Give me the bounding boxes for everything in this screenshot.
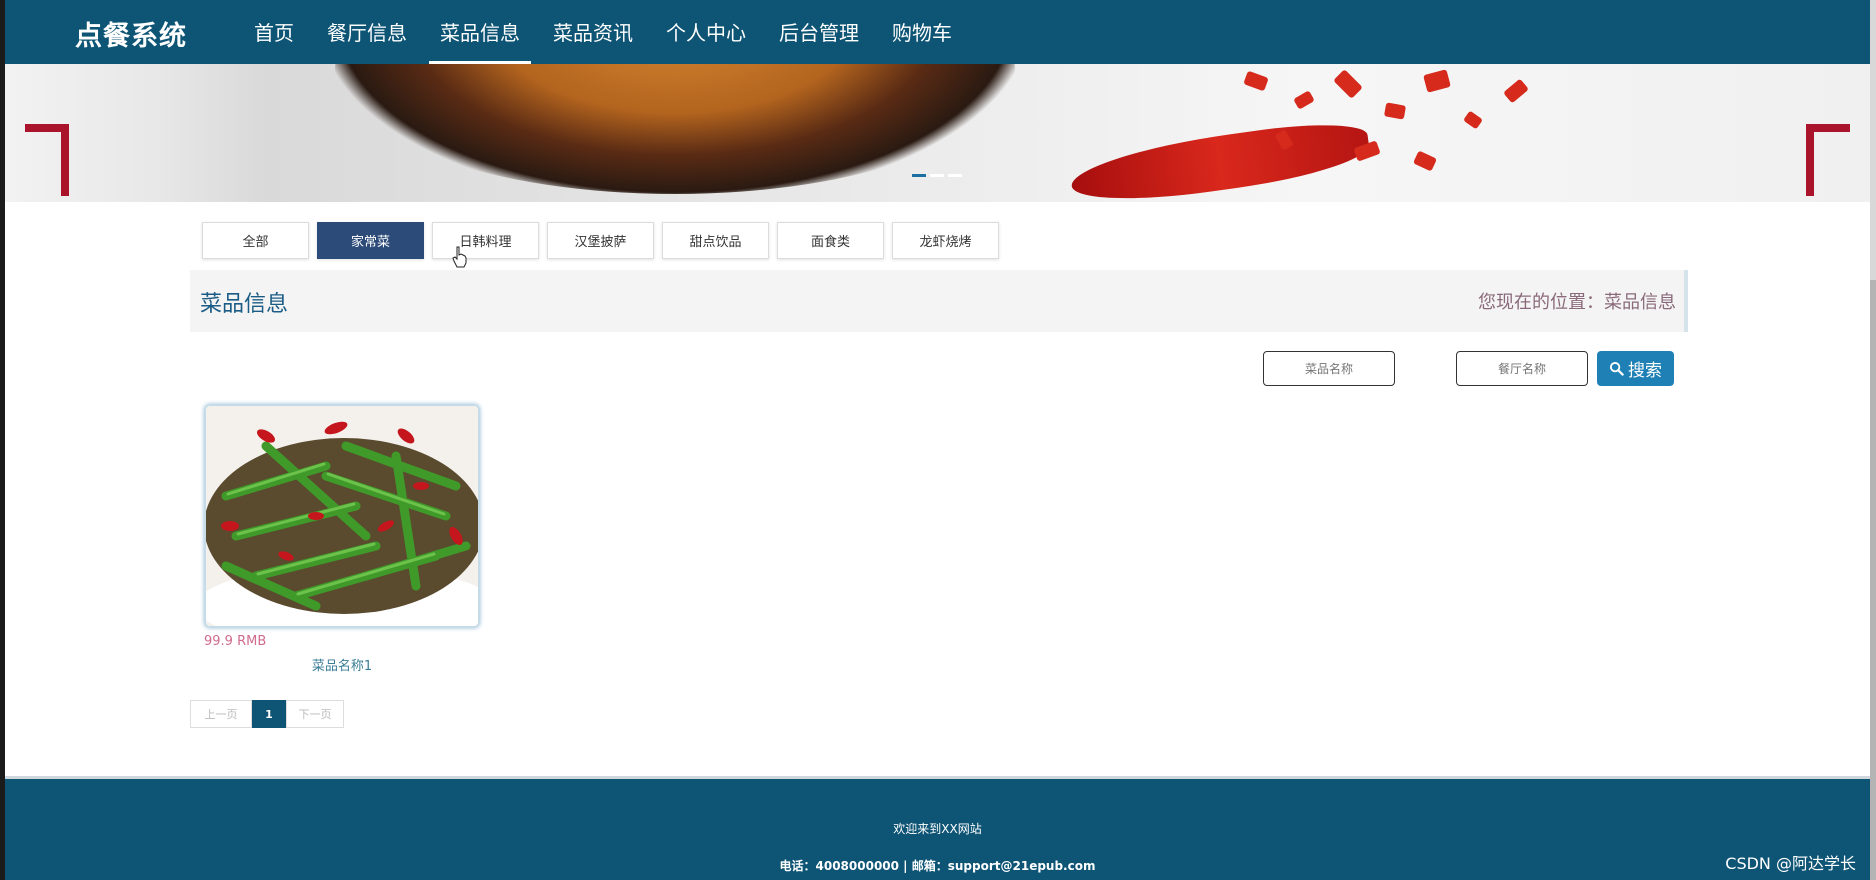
search-button[interactable]: 搜索	[1597, 351, 1674, 386]
main-nav: 首页 餐厅信息 菜品信息 菜品资讯 个人中心 后台管理 购物车	[243, 0, 974, 64]
nav-item-home[interactable]: 首页	[243, 0, 305, 64]
next-page-button[interactable]: 下一页	[286, 700, 344, 728]
category-desserts-drinks[interactable]: 甜点饮品	[662, 222, 769, 259]
banner-decoration	[1293, 90, 1315, 110]
carousel-dot[interactable]	[948, 174, 962, 177]
banner-decoration	[1423, 69, 1451, 93]
nav-item-cart[interactable]: 购物车	[881, 0, 963, 64]
green-beans-photo	[206, 406, 478, 626]
nav-item-admin[interactable]: 后台管理	[768, 0, 870, 64]
site-logo[interactable]: 点餐系统	[75, 14, 187, 53]
footer: 欢迎来到XX网站 电话：4008000000 | 邮箱：support@21ep…	[5, 776, 1870, 880]
dish-image[interactable]	[204, 404, 480, 628]
nav-item-dish-news[interactable]: 菜品资讯	[542, 0, 644, 64]
category-japanese-korean[interactable]: 日韩料理	[432, 222, 539, 259]
hand-cursor-icon	[452, 246, 467, 268]
banner-corner-ornament	[1806, 124, 1850, 196]
dish-card[interactable]: 99.9 RMB 菜品名称1	[204, 404, 480, 674]
prev-page-button[interactable]: 上一页	[190, 700, 252, 728]
banner-decoration	[1383, 102, 1407, 120]
carousel-dot[interactable]	[930, 174, 944, 177]
nav-item-user-center[interactable]: 个人中心	[655, 0, 757, 64]
nav-item-dishes[interactable]: 菜品信息	[429, 0, 531, 64]
banner-corner-ornament	[25, 124, 69, 196]
restaurant-name-search-input[interactable]	[1456, 351, 1588, 386]
search-button-label: 搜索	[1628, 361, 1662, 381]
nav-item-restaurants[interactable]: 餐厅信息	[316, 0, 418, 64]
footer-welcome-text: 欢迎来到XX网站	[893, 822, 982, 836]
banner-decoration	[1333, 69, 1363, 99]
dish-name[interactable]: 菜品名称1	[204, 655, 480, 674]
section-header: 菜品信息 您现在的位置：菜品信息	[190, 270, 1688, 332]
banner-image-chili	[1067, 115, 1373, 202]
category-all[interactable]: 全部	[202, 222, 309, 259]
category-burger-pizza[interactable]: 汉堡披萨	[547, 222, 654, 259]
page-number-button[interactable]: 1	[252, 700, 286, 728]
page-title: 菜品信息	[200, 292, 289, 317]
top-navbar: 点餐系统 首页 餐厅信息 菜品信息 菜品资讯 个人中心 后台管理 购物车	[5, 0, 1870, 64]
breadcrumb: 您现在的位置：菜品信息	[1478, 292, 1676, 313]
category-noodles[interactable]: 面食类	[777, 222, 884, 259]
pagination: 上一页 1 下一页	[190, 700, 344, 728]
banner-decoration	[1503, 78, 1529, 104]
category-tabs: 全部 家常菜 日韩料理 汉堡披萨 甜点饮品 面食类 龙虾烧烤	[202, 222, 999, 259]
carousel-dot[interactable]	[912, 174, 926, 177]
banner-decoration	[1463, 110, 1483, 130]
category-lobster-bbq[interactable]: 龙虾烧烤	[892, 222, 999, 259]
banner-decoration	[1412, 150, 1438, 172]
banner-carousel[interactable]	[5, 64, 1870, 202]
banner-decoration	[1243, 70, 1269, 92]
csdn-watermark: CSDN @阿达学长	[1725, 854, 1856, 873]
dish-name-search-input[interactable]	[1263, 351, 1395, 386]
scrollbar-thumb[interactable]	[1870, 280, 1876, 880]
carousel-indicators	[912, 174, 962, 177]
category-home-cooking[interactable]: 家常菜	[317, 222, 424, 259]
page: 点餐系统 首页 餐厅信息 菜品信息 菜品资讯 个人中心 后台管理 购物车 全部 …	[0, 0, 1876, 880]
footer-contact-info: 电话：4008000000 | 邮箱：support@21epub.com	[779, 859, 1096, 873]
search-icon	[1609, 361, 1624, 376]
dish-price: 99.9 RMB	[204, 634, 267, 649]
